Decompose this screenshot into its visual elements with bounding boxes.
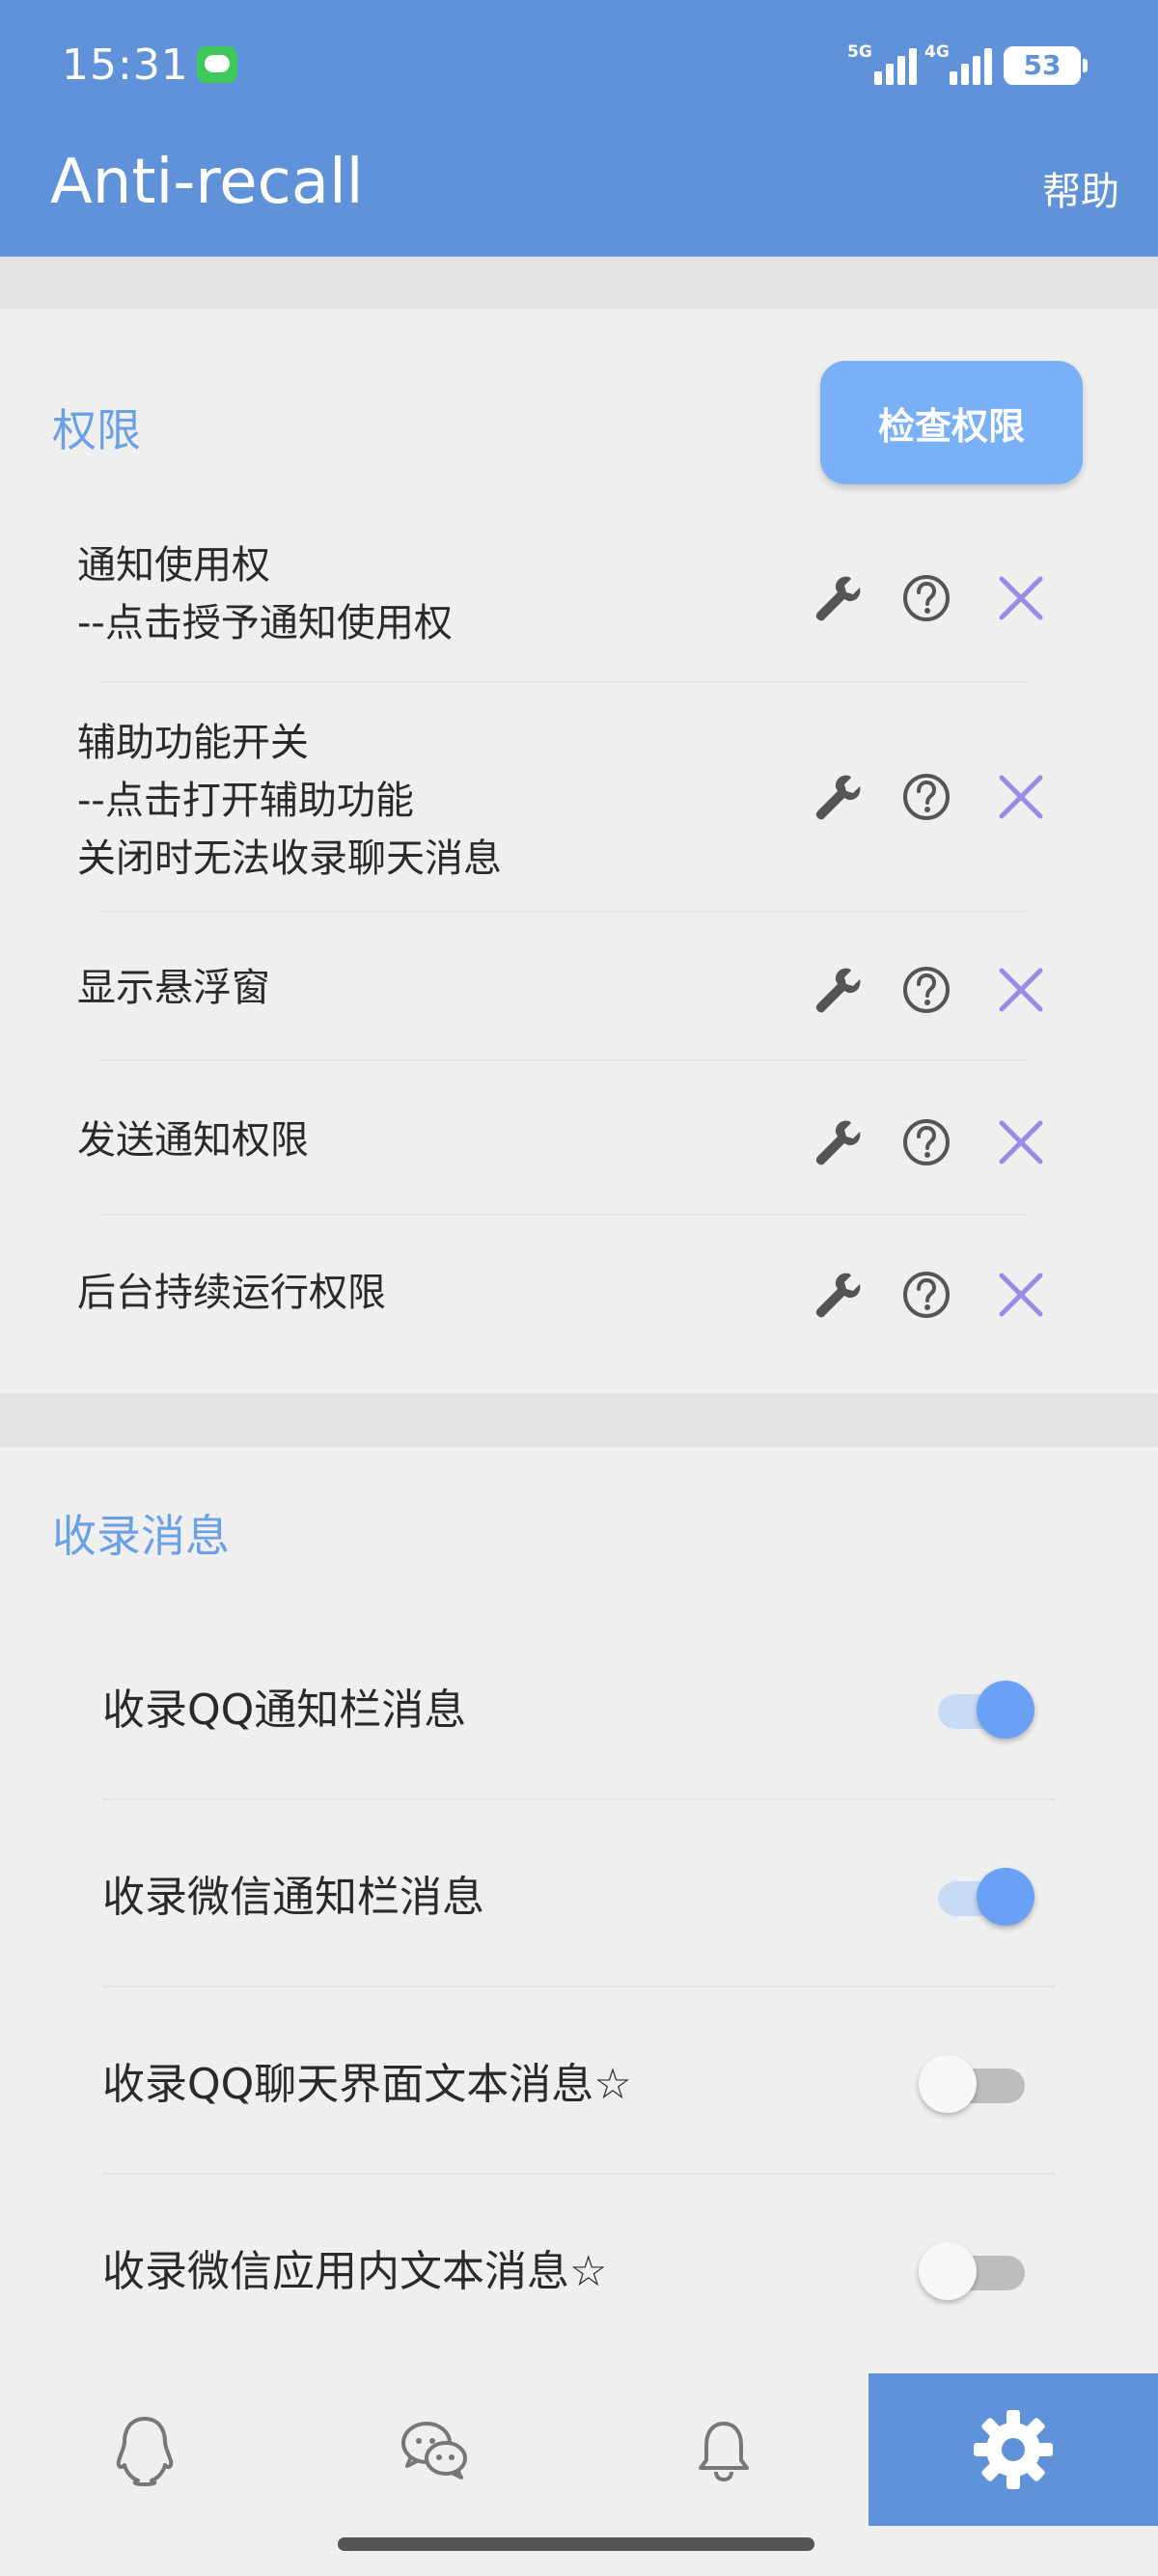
help-circle-icon[interactable] [899,963,953,1017]
toggle-thumb[interactable] [919,2242,977,2300]
nav-tab-wechat[interactable] [290,2373,579,2526]
record-label: 收录QQ聊天界面文本消息☆ [102,2060,632,2109]
close-icon[interactable] [994,1115,1048,1169]
record-toggle[interactable] [919,2055,1044,2113]
permission-line: 显示悬浮窗 [77,966,270,1010]
record-label: 收录微信应用内文本消息☆ [102,2247,608,2296]
help-circle-icon[interactable] [899,1115,953,1169]
gear-icon [974,2410,1053,2489]
record-toggle[interactable] [919,1681,1044,1739]
record-toggle[interactable] [919,1868,1044,1926]
section-divider [46,1445,1112,1447]
qq-icon [116,2417,174,2486]
permission-line: 辅助功能开关 [77,721,309,765]
permission-actions [811,770,1052,828]
permission-text[interactable]: 后台持续运行权限 [77,1264,386,1322]
close-icon[interactable] [994,770,1048,824]
permissions-title: 权限 [52,404,141,456]
row-divider [102,1986,1056,1987]
bell-icon [699,2422,749,2482]
permission-line: --点击授予通知使用权 [77,601,453,645]
permission-line: 关闭时无法收录聊天消息 [77,836,502,881]
wrench-icon[interactable] [811,963,865,1017]
battery-indicator: 53 [1004,46,1088,85]
row-divider [100,911,1027,913]
permission-line: 发送通知权限 [77,1118,309,1163]
close-icon[interactable] [994,571,1048,625]
record-row[interactable]: 收录微信通知栏消息 [0,1802,1158,1987]
permission-line: 通知使用权 [77,543,270,588]
wechat-notification-icon [197,46,237,83]
permission-line: 后台持续运行权限 [77,1271,386,1315]
help-button[interactable]: 帮助 [1042,160,1119,216]
help-circle-icon[interactable] [899,1268,953,1322]
help-circle-icon[interactable] [899,571,953,625]
status-time: 15:31 [62,41,189,90]
record-label: 收录QQ通知栏消息 [102,1685,467,1735]
signal-bar [961,64,969,85]
wrench-icon[interactable] [811,571,865,625]
app-bar: 15:31 5G 4G 53 Anti-recall 帮助 [0,0,1158,257]
signal-bar [897,56,905,85]
close-icon[interactable] [994,963,1048,1017]
permission-line: --点击打开辅助功能 [77,779,414,823]
signal-bar [950,71,957,85]
nav-tab-notifications[interactable] [579,2373,868,2526]
home-indicator[interactable] [338,2537,814,2551]
record-row[interactable]: 收录QQ聊天界面文本消息☆ [0,1989,1158,2175]
bottom-navigation [0,2373,1158,2526]
toggle-thumb[interactable] [977,1681,1034,1739]
permission-actions [811,1115,1052,1173]
row-divider [100,1214,1027,1216]
record-toggle[interactable] [919,2242,1044,2300]
permission-actions [811,963,1052,1021]
close-icon[interactable] [994,1268,1048,1322]
permission-text[interactable]: 显示悬浮窗 [77,959,270,1017]
record-title: 收录消息 [52,1510,230,1562]
help-circle-icon[interactable] [899,770,953,824]
permission-text[interactable]: 辅助功能开关 --点击打开辅助功能关闭时无法收录聊天消息 [77,714,502,888]
record-label: 收录微信通知栏消息 [102,1873,484,1922]
app-title: Anti-recall [50,147,364,218]
row-divider [102,2173,1056,2175]
wrench-icon[interactable] [811,1268,865,1322]
permission-actions [811,1268,1052,1326]
row-divider [100,1059,1027,1061]
signal-bar [973,56,980,85]
toggle-thumb[interactable] [977,1868,1034,1926]
row-divider [100,681,1027,683]
record-row[interactable]: 收录QQ通知栏消息 [0,1615,1158,1800]
section-gap [0,257,1158,309]
check-permissions-button[interactable]: 检查权限 [820,361,1083,484]
permission-actions [811,571,1052,629]
permission-text[interactable]: 发送通知权限 [77,1111,309,1169]
section-gap [0,1393,1158,1447]
permission-text[interactable]: 通知使用权 --点击授予通知使用权 [77,536,453,652]
nav-tab-settings[interactable] [868,2373,1158,2526]
toggle-thumb[interactable] [919,2055,977,2113]
nav-tab-qq[interactable] [0,2373,290,2526]
wrench-icon[interactable] [811,1115,865,1169]
wrench-icon[interactable] [811,770,865,824]
signal-bar [874,71,882,85]
row-divider [102,1798,1056,1800]
wechat-icon [401,2422,467,2480]
record-row[interactable]: 收录微信应用内文本消息☆ [0,2177,1158,2362]
sim1-label: 5G [847,42,872,62]
signal-bar [909,48,917,85]
sim2-label: 4G [924,42,950,62]
signal-bar [984,48,992,85]
signal-bar [886,64,894,85]
